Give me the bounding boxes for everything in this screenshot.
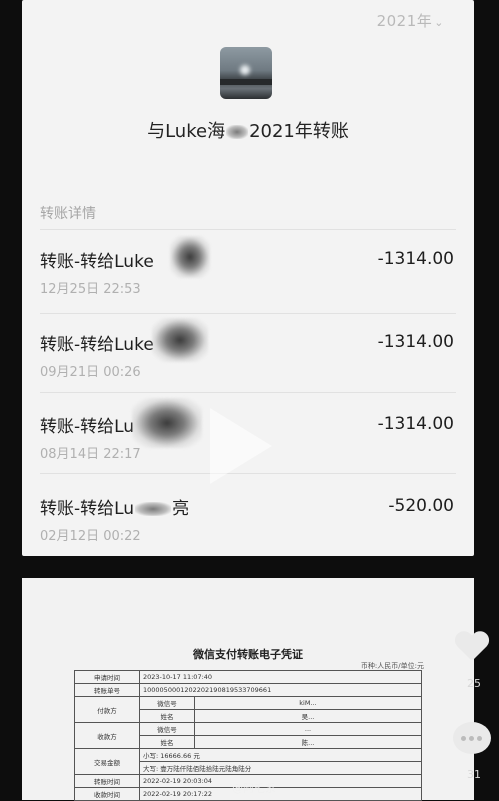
transfer-title: 转账-转给Lu 亮	[40, 499, 190, 519]
divider	[0, 556, 499, 578]
transfer-time: 09月21日 00:26	[40, 365, 141, 380]
table-row: 付款方 微信号 kiM...	[74, 696, 422, 723]
transfer-title: 转账-转给Luke	[40, 335, 154, 355]
receipt-title: 微信支付转账电子凭证	[193, 648, 303, 661]
receipt-card: 微信支付转账电子凭证 币种:人民币/单位:元 申请时间 2023-10-17 1…	[22, 578, 474, 801]
transfer-amount: -1314.00	[377, 414, 454, 434]
transfer-title: 转账-转给Luke	[40, 252, 154, 272]
divider	[40, 229, 456, 230]
avatar	[220, 47, 272, 99]
divider	[40, 392, 456, 393]
comment-icon[interactable]	[453, 722, 491, 754]
chevron-down-icon: ⌄	[434, 16, 444, 29]
table-row: 收款方 微信号 ...	[74, 722, 422, 749]
table-row: 申请时间 2023-10-17 11:07:40	[74, 670, 422, 684]
redacted-name	[226, 125, 249, 139]
table-row: 交易金额 小写: 16666.66 元	[74, 748, 422, 775]
year-label: 2021年	[376, 12, 433, 30]
divider	[40, 313, 456, 314]
transfer-row[interactable]: 转账-转给Luke 09月21日 00:26 -1314.00	[40, 330, 456, 410]
table-row: 转账单号 1000050001202202190819533709661	[74, 683, 422, 697]
transfer-time: 12月25日 22:53	[40, 282, 141, 297]
comment-count: 31	[467, 768, 481, 781]
page-title: 与Luke海 2021年转账	[147, 121, 349, 142]
transfer-title: 转账-转给Lu	[40, 417, 135, 437]
transfer-amount: -1314.00	[377, 332, 454, 352]
transfer-row[interactable]: 转账-转给Luke 12月25日 22:53 -1314.00	[40, 247, 456, 327]
transfer-amount: -1314.00	[377, 249, 454, 269]
like-icon[interactable]	[455, 628, 489, 664]
redaction-smudge	[170, 236, 210, 278]
like-count: 25	[467, 677, 481, 690]
section-label: 转账详情	[40, 206, 96, 222]
year-selector[interactable]: 2021年 ⌄	[377, 10, 444, 31]
transfer-amount: -520.00	[388, 496, 454, 516]
play-icon[interactable]	[210, 408, 272, 484]
redaction-smudge	[132, 398, 202, 448]
transfer-time: 02月12日 00:22	[40, 529, 141, 544]
transfer-time: 08月14日 22:17	[40, 447, 141, 462]
watermark: @阿毛系	[232, 782, 276, 795]
redaction-smudge	[152, 318, 208, 362]
